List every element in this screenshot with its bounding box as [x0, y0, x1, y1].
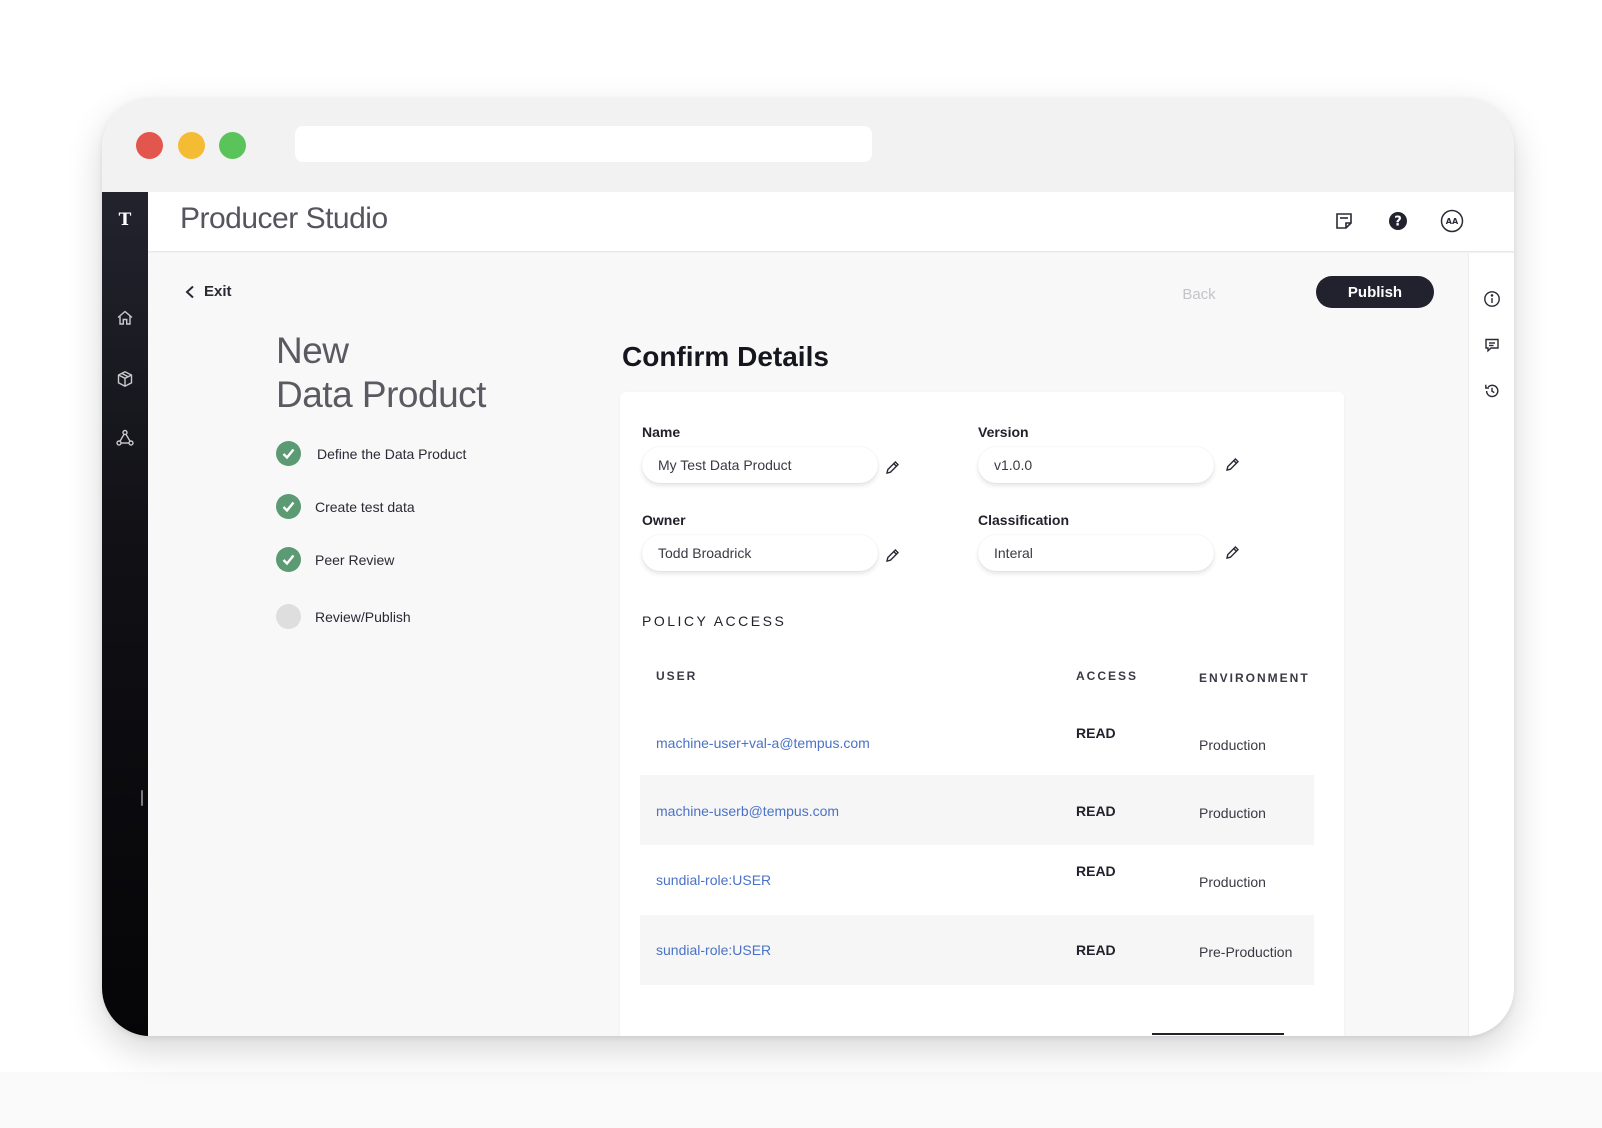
policy-user-link[interactable]: sundial-role:USER: [656, 942, 771, 958]
check-circle-icon: [276, 441, 301, 466]
policy-user-link[interactable]: machine-userb@tempus.com: [656, 803, 839, 819]
wizard-heading: New Data Product: [276, 329, 486, 417]
left-nav: T: [102, 192, 148, 1036]
app-logo[interactable]: T: [102, 210, 148, 230]
wizard-step-label: Review/Publish: [315, 608, 411, 625]
svg-text:?: ?: [1394, 215, 1402, 230]
policy-access-value: READ: [1076, 942, 1116, 958]
table-row: machine-user+val-a@tempus.com READ Produ…: [640, 705, 1314, 775]
minimize-window-button[interactable]: [178, 132, 205, 159]
edit-classification-pencil-icon[interactable]: [1223, 544, 1241, 562]
policy-environment-value: Production: [1199, 805, 1266, 821]
column-header-user: USER: [656, 669, 698, 683]
publish-button[interactable]: Publish: [1316, 276, 1434, 308]
owner-field[interactable]: [642, 535, 878, 571]
owner-label: Owner: [642, 512, 686, 528]
wizard-step-define[interactable]: Define the Data Product: [276, 441, 536, 466]
pending-circle-icon: [276, 604, 301, 629]
back-button[interactable]: Back: [1159, 279, 1239, 311]
info-icon[interactable]: [1483, 290, 1501, 308]
name-field[interactable]: [642, 447, 878, 483]
avatar-initials: AA: [1446, 217, 1459, 226]
edit-version-pencil-icon[interactable]: [1223, 456, 1241, 474]
exit-label: Exit: [204, 283, 232, 300]
wizard-heading-line2: Data Product: [276, 374, 486, 415]
main-content: Exit Back Publish New Data Product Defin…: [148, 253, 1468, 1036]
wizard-heading-line1: New: [276, 330, 349, 371]
name-label: Name: [642, 424, 681, 440]
edit-name-pencil-icon[interactable]: [883, 459, 901, 477]
browser-titlebar: [102, 98, 1514, 192]
page-bottom-band: [0, 1072, 1602, 1128]
maximize-window-button[interactable]: [219, 132, 246, 159]
policy-environment-value: Production: [1199, 737, 1266, 753]
confirm-details-title: Confirm Details: [622, 341, 829, 372]
network-icon[interactable]: [115, 428, 135, 448]
scroll-indicator: [1152, 1033, 1284, 1035]
sidebar-resize-handle[interactable]: [141, 790, 143, 806]
wizard-step-label: Create test data: [315, 498, 415, 515]
classification-label: Classification: [978, 512, 1070, 528]
wizard-step-review-publish[interactable]: Review/Publish: [276, 604, 536, 629]
version-field[interactable]: [978, 447, 1214, 483]
home-icon[interactable]: [115, 308, 135, 328]
wizard-step-test-data[interactable]: Create test data: [276, 494, 536, 519]
check-circle-icon: [276, 494, 301, 519]
history-icon[interactable]: [1483, 382, 1501, 400]
comment-icon[interactable]: [1483, 336, 1501, 354]
right-rail: [1468, 253, 1514, 1036]
table-row: sundial-role:USER READ Production: [640, 845, 1314, 915]
wizard-step-label: Peer Review: [315, 551, 395, 568]
column-header-environment: ENVIRONMENT: [1199, 671, 1310, 685]
help-icon[interactable]: ?: [1386, 209, 1410, 233]
policy-environment-value: Production: [1199, 874, 1266, 890]
policy-access-value: READ: [1076, 803, 1116, 819]
policy-access-value: READ: [1076, 863, 1116, 879]
column-header-access: ACCESS: [1076, 669, 1139, 683]
table-row: sundial-role:USER READ Pre-Production: [640, 915, 1314, 985]
policy-user-link[interactable]: sundial-role:USER: [656, 872, 771, 888]
app-title: Producer Studio: [180, 202, 388, 235]
version-label: Version: [978, 424, 1029, 440]
policy-access-title: POLICY ACCESS: [642, 613, 787, 629]
policy-user-link[interactable]: machine-user+val-a@tempus.com: [656, 735, 870, 751]
notes-icon[interactable]: [1332, 209, 1356, 233]
policy-environment-value: Pre-Production: [1199, 944, 1293, 960]
browser-window: T Producer Studio ? AA Exit Back Publish…: [102, 98, 1514, 1036]
close-window-button[interactable]: [136, 132, 163, 159]
policy-access-value: READ: [1076, 725, 1116, 741]
avatar[interactable]: AA: [1440, 209, 1464, 233]
check-circle-icon: [276, 547, 301, 572]
chevron-left-icon: [185, 285, 194, 298]
app-header: Producer Studio ? AA: [148, 192, 1514, 252]
edit-owner-pencil-icon[interactable]: [883, 547, 901, 565]
table-row: machine-userb@tempus.com READ Production: [640, 775, 1314, 845]
wizard-step-label: Define the Data Product: [317, 445, 467, 462]
wizard-step-peer-review[interactable]: Peer Review: [276, 547, 536, 572]
box-icon[interactable]: [115, 369, 135, 389]
classification-field[interactable]: [978, 535, 1214, 571]
address-bar[interactable]: [295, 126, 872, 162]
exit-button[interactable]: Exit: [184, 283, 232, 300]
details-card: Name Version Owner Classification POLICY…: [620, 392, 1344, 1036]
